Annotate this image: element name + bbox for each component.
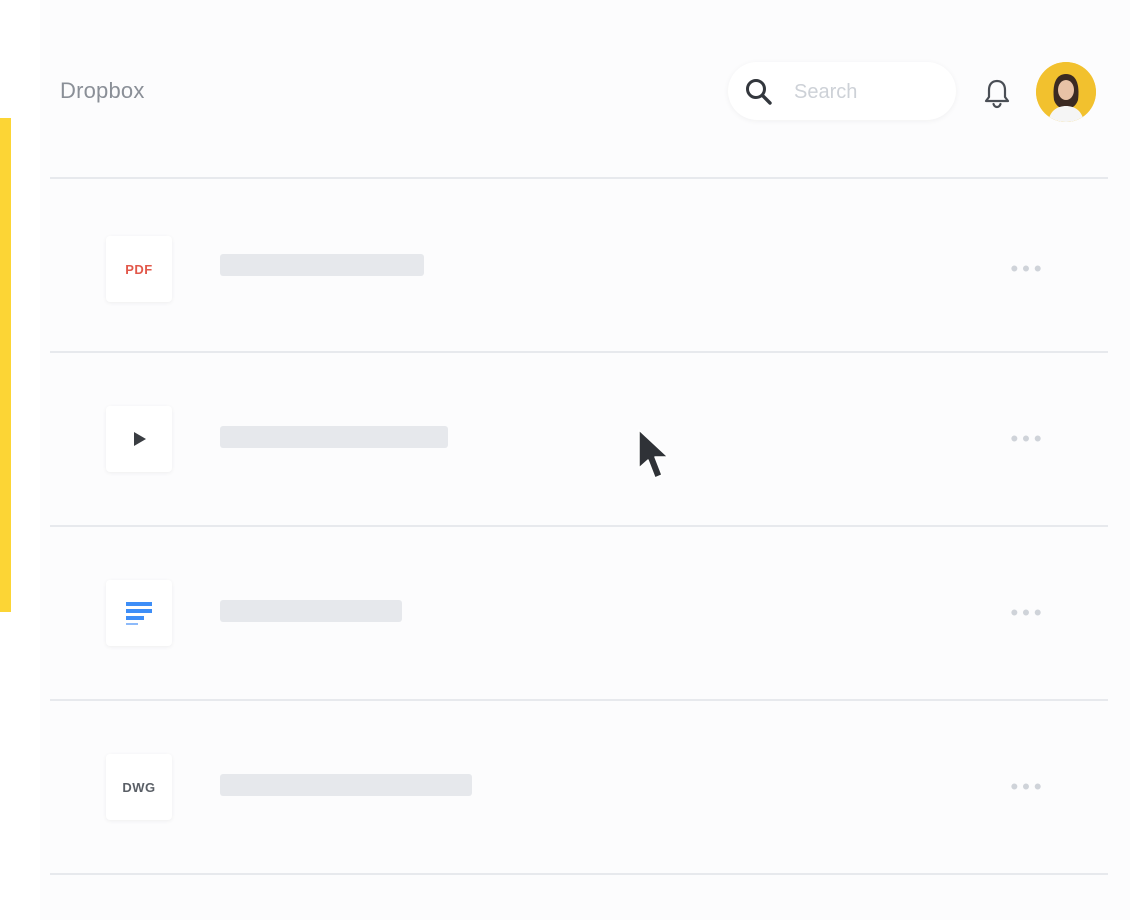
- file-name-placeholder: [220, 600, 402, 622]
- text-lines-icon: [126, 602, 152, 625]
- accent-bar: [0, 118, 11, 612]
- dwg-file-icon: DWG: [106, 754, 172, 820]
- more-options-button[interactable]: •••: [998, 602, 1058, 628]
- file-row-video[interactable]: •••: [50, 354, 1108, 526]
- file-row-document[interactable]: •••: [50, 528, 1108, 700]
- page: Dropbox Search PDF ••• ••• ••• DWG •••: [0, 0, 1130, 920]
- search-icon: [746, 79, 772, 105]
- divider: [50, 873, 1108, 875]
- file-row-pdf[interactable]: PDF •••: [50, 180, 1108, 352]
- video-play-icon: [106, 406, 172, 472]
- more-options-button[interactable]: •••: [998, 776, 1058, 802]
- divider: [50, 525, 1108, 527]
- file-row-dwg[interactable]: DWG •••: [50, 702, 1108, 874]
- pdf-file-icon: PDF: [106, 236, 172, 302]
- app-title: Dropbox: [60, 78, 145, 103]
- mouse-pointer-icon: [638, 429, 669, 479]
- file-name-placeholder: [220, 426, 448, 448]
- search-box[interactable]: [728, 62, 956, 120]
- file-name-placeholder: [220, 254, 424, 276]
- search-input[interactable]: [792, 76, 936, 108]
- divider: [50, 177, 1108, 179]
- more-options-button[interactable]: •••: [998, 428, 1058, 454]
- header: Dropbox: [40, 0, 1130, 178]
- bell-icon[interactable]: [980, 76, 1014, 110]
- divider: [50, 699, 1108, 701]
- user-avatar[interactable]: [1036, 62, 1096, 122]
- divider: [50, 351, 1108, 353]
- more-options-button[interactable]: •••: [998, 258, 1058, 284]
- document-lines-icon: [106, 580, 172, 646]
- play-icon: [134, 432, 146, 446]
- file-name-placeholder: [220, 774, 472, 796]
- file-browser-card: Dropbox Search PDF ••• ••• ••• DWG •••: [40, 0, 1130, 920]
- pdf-file-icon-label: PDF: [125, 261, 153, 277]
- avatar-person-icon: [1036, 62, 1096, 122]
- dwg-file-icon-label: DWG: [122, 779, 156, 795]
